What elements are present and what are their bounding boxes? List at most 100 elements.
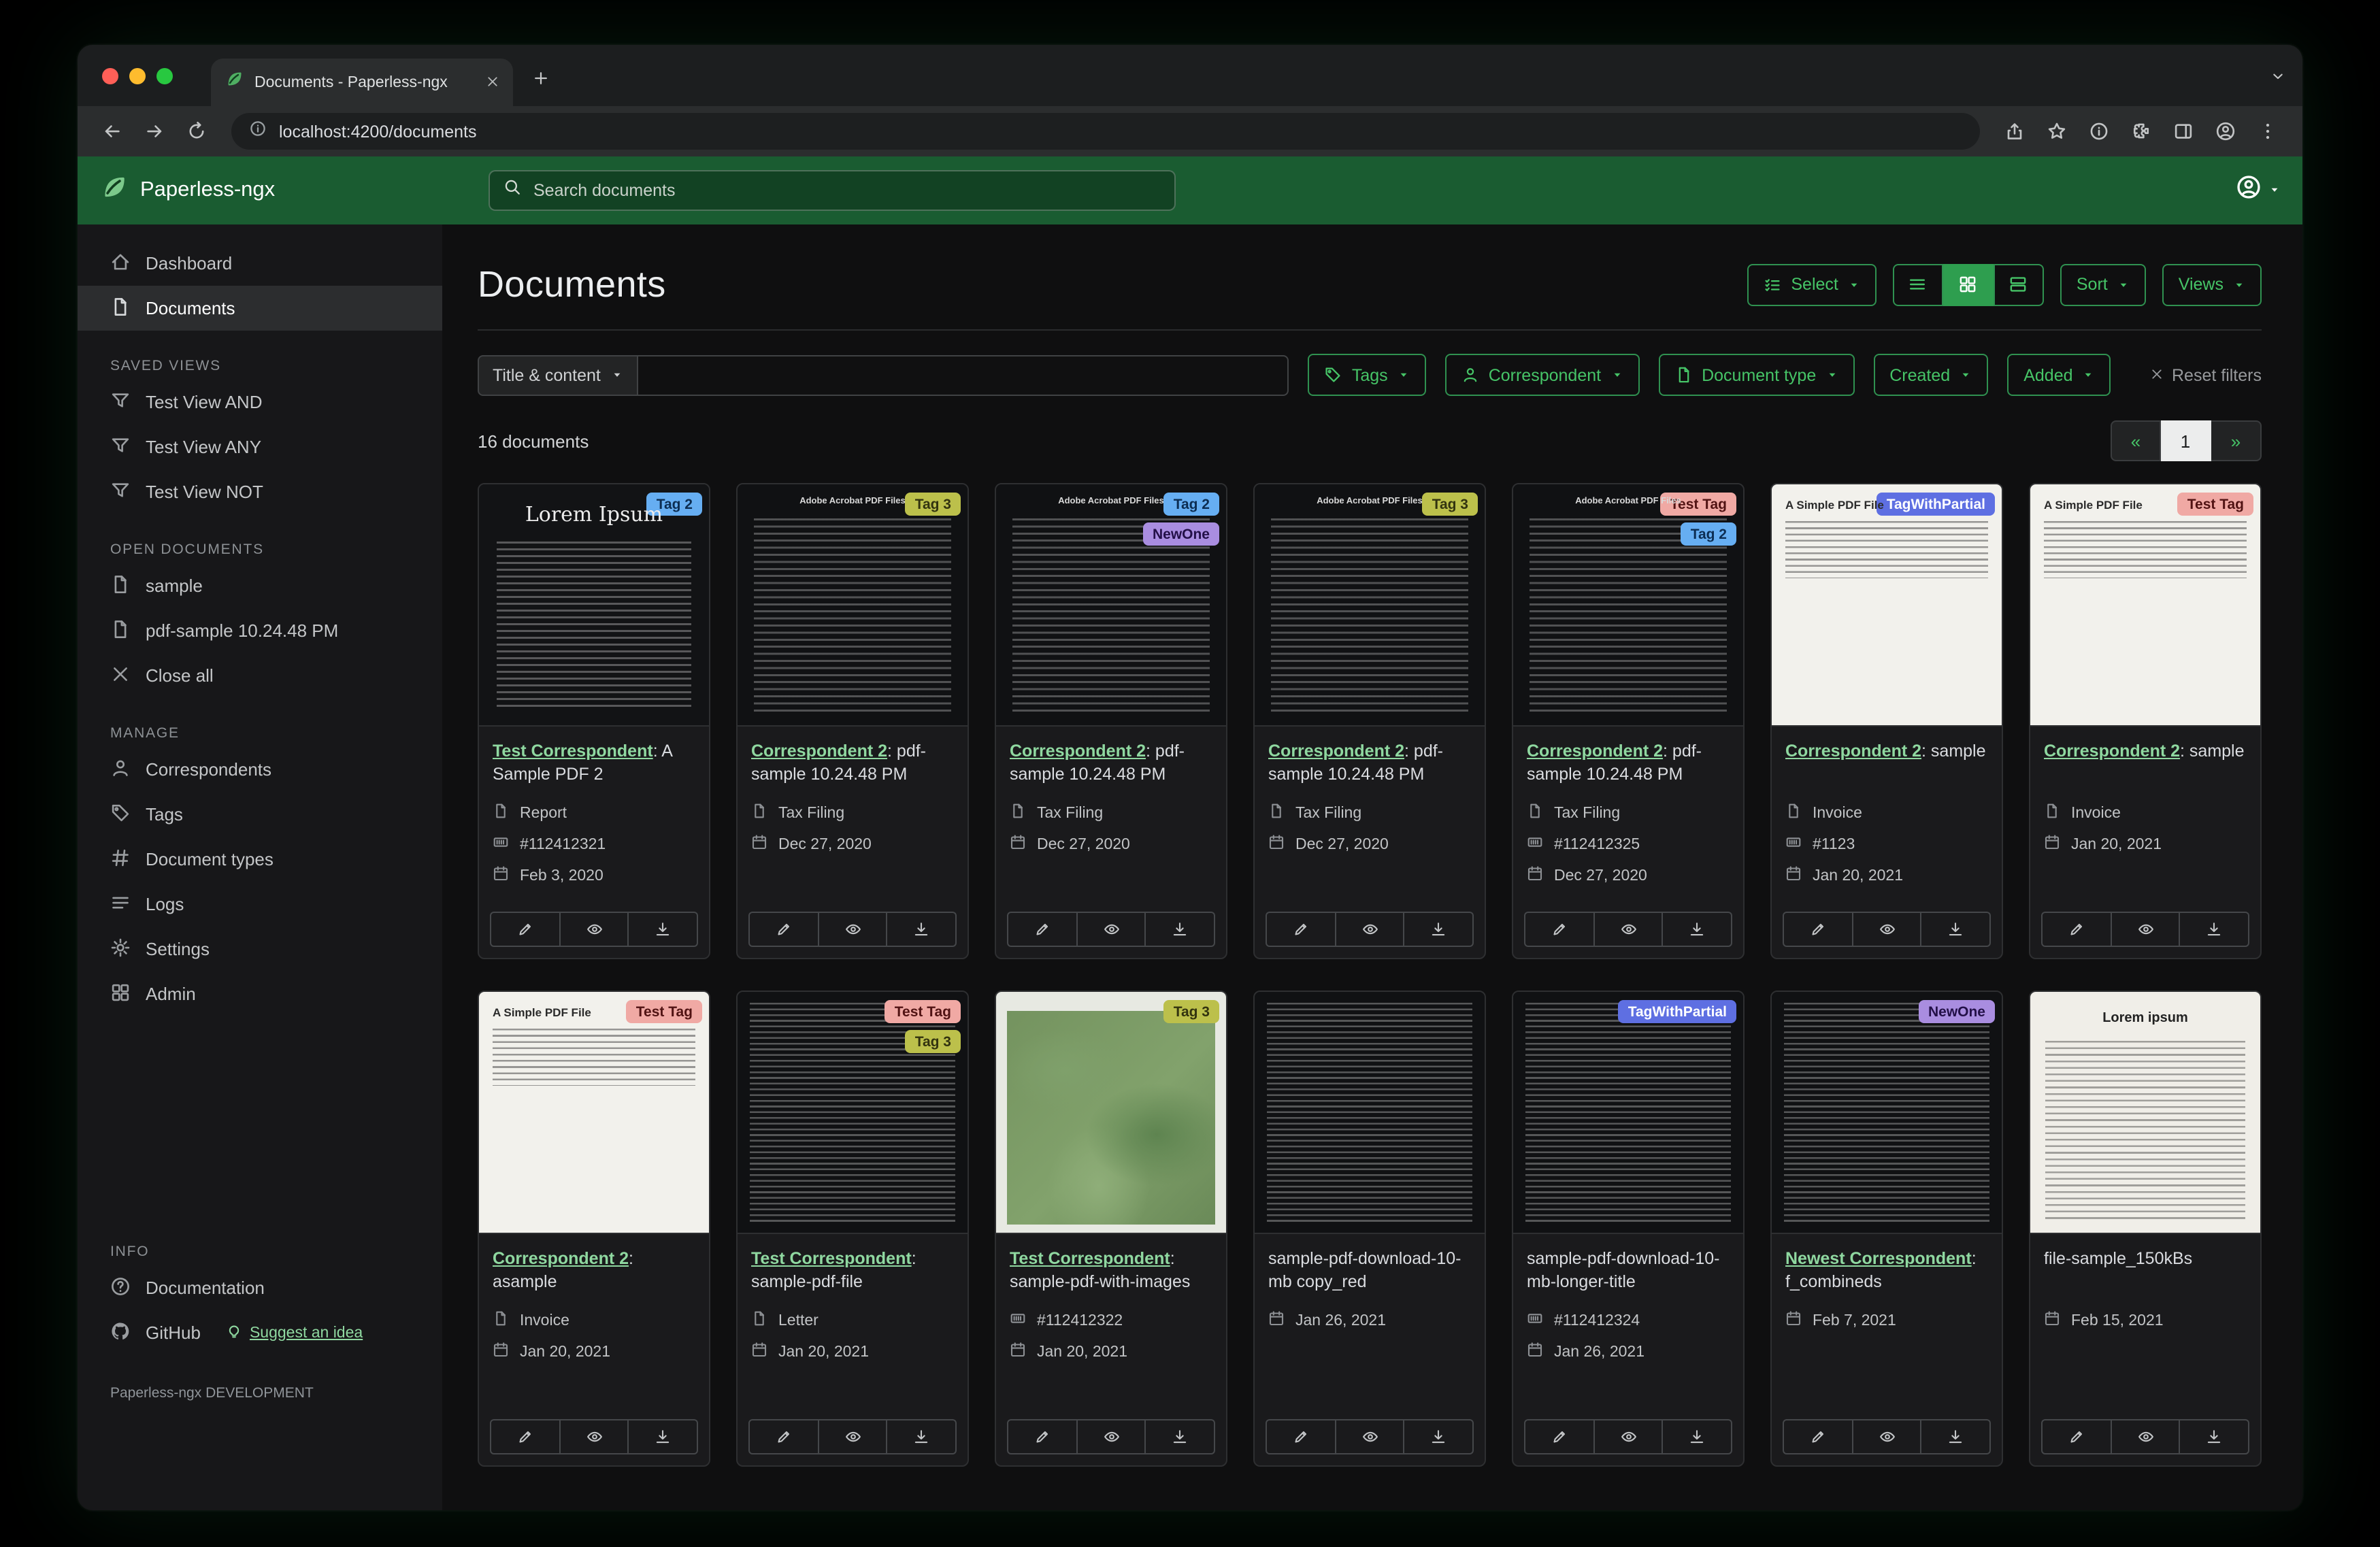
sidebar-item-github[interactable]: GitHub Suggest an idea	[78, 1310, 442, 1355]
download-button[interactable]	[1663, 1419, 1733, 1454]
document-card[interactable]: Lorem Ipsum Tag 2 Test Correspondent: A Sa…	[478, 483, 710, 959]
edit-button[interactable]	[748, 912, 819, 947]
edit-button[interactable]	[1783, 912, 1853, 947]
document-thumbnail[interactable]: A Simple PDF File TagWithPartial	[1772, 484, 2002, 727]
document-thumbnail[interactable]: Lorem Ipsum Tag 2	[479, 484, 709, 727]
tag-badge[interactable]: NewOne	[1918, 1000, 1995, 1023]
sidebar-item-logs[interactable]: Logs	[78, 882, 442, 927]
prev-page-button[interactable]: «	[2111, 420, 2161, 461]
list-view-button[interactable]	[1892, 263, 1943, 305]
grid-view-button[interactable]	[1943, 263, 1994, 305]
view-button[interactable]	[2111, 912, 2181, 947]
view-button[interactable]	[1077, 1419, 1146, 1454]
document-card[interactable]: Test Tag Tag 3 Test Correspondent: sample-…	[736, 991, 969, 1467]
document-card[interactable]: A Simple PDF File Test Tag Correspondent 2…	[2029, 483, 2262, 959]
edit-button[interactable]	[1783, 1419, 1853, 1454]
sidebar-item-documents[interactable]: Documents	[78, 286, 442, 331]
document-thumbnail[interactable]: Test Tag Tag 3	[738, 992, 968, 1234]
view-button[interactable]	[1594, 912, 1664, 947]
back-icon[interactable]	[94, 113, 131, 150]
close-tab-icon[interactable]	[486, 70, 499, 95]
detail-view-button[interactable]	[1993, 263, 2044, 305]
view-button[interactable]	[1336, 912, 1405, 947]
minimize-window-button[interactable]	[129, 67, 146, 84]
sidebar-item-correspondents[interactable]: Correspondents	[78, 747, 442, 792]
edit-button[interactable]	[2041, 1419, 2112, 1454]
global-search[interactable]	[489, 170, 1176, 211]
side-panel-icon[interactable]	[2165, 113, 2202, 150]
sidebar-item-close-all[interactable]: Close all	[78, 653, 442, 698]
correspondent-link[interactable]: Correspondent 2	[1010, 742, 1146, 761]
tag-badge[interactable]: NewOne	[1142, 522, 1219, 546]
document-card[interactable]: Adobe Acrobat PDF Files Test Tag Tag 2 Corr…	[1512, 483, 1745, 959]
view-button[interactable]	[560, 912, 629, 947]
view-button[interactable]	[819, 1419, 888, 1454]
document-thumbnail[interactable]: Adobe Acrobat PDF Files Test Tag Tag 2	[1513, 484, 1743, 727]
correspondent-link[interactable]: Test Correspondent	[493, 742, 653, 761]
document-thumbnail[interactable]: A Simple PDF File Test Tag	[2030, 484, 2260, 727]
edit-button[interactable]	[490, 1419, 561, 1454]
edit-button[interactable]	[748, 1419, 819, 1454]
edit-button[interactable]	[2041, 912, 2112, 947]
new-tab-button[interactable]	[532, 69, 550, 94]
correspondent-link[interactable]: Test Correspondent	[1010, 1249, 1170, 1268]
sidebar-item-test-view-not[interactable]: Test View NOT	[78, 469, 442, 514]
document-type-filter-button[interactable]: Document type	[1658, 354, 1855, 396]
document-thumbnail[interactable]	[1255, 992, 1485, 1234]
close-window-button[interactable]	[102, 67, 118, 84]
search-input[interactable]	[533, 181, 1161, 200]
select-button[interactable]: Select	[1747, 263, 1877, 305]
document-card[interactable]: NewOne Newest Correspondent: f_combineds F…	[1770, 991, 2003, 1467]
added-filter-button[interactable]: Added	[2007, 354, 2111, 396]
sidebar-item-test-view-and[interactable]: Test View AND	[78, 380, 442, 425]
download-button[interactable]	[2180, 912, 2250, 947]
tag-badge[interactable]: Tag 3	[1163, 1000, 1219, 1023]
tag-badge[interactable]: Tag 2	[1681, 522, 1736, 546]
sidebar-item-tags[interactable]: Tags	[78, 792, 442, 837]
document-thumbnail[interactable]: NewOne	[1772, 992, 2002, 1234]
edit-button[interactable]	[1007, 912, 1078, 947]
edit-button[interactable]	[1524, 1419, 1595, 1454]
sidebar-item-documentation[interactable]: Documentation	[78, 1265, 442, 1310]
document-card[interactable]: Tag 3 Test Correspondent: sample-pdf-with…	[995, 991, 1227, 1467]
document-thumbnail[interactable]: Adobe Acrobat PDF Files Tag 3	[1255, 484, 1485, 727]
address-bar[interactable]: localhost:4200/documents	[231, 113, 1980, 150]
document-thumbnail[interactable]: Adobe Acrobat PDF Files Tag 3	[738, 484, 968, 727]
edit-button[interactable]	[490, 912, 561, 947]
view-button[interactable]	[560, 1419, 629, 1454]
zoom-window-button[interactable]	[156, 67, 173, 84]
download-button[interactable]	[1663, 912, 1733, 947]
document-card[interactable]: Adobe Acrobat PDF Files Tag 3 Corresponden…	[736, 483, 969, 959]
correspondent-link[interactable]: Correspondent 2	[751, 742, 887, 761]
correspondent-link[interactable]: Correspondent 2	[1268, 742, 1404, 761]
tags-filter-button[interactable]: Tags	[1308, 354, 1426, 396]
document-card[interactable]: A Simple PDF File TagWithPartial Correspon…	[1770, 483, 2003, 959]
tab-search-chevron-icon[interactable]	[2270, 67, 2286, 91]
view-button[interactable]	[1077, 912, 1146, 947]
sidebar-item-settings[interactable]: Settings	[78, 927, 442, 971]
sidebar-item-test-view-any[interactable]: Test View ANY	[78, 425, 442, 469]
tag-badge[interactable]: TagWithPartial	[1618, 1000, 1736, 1023]
view-button[interactable]	[1853, 912, 1922, 947]
correspondent-link[interactable]: Correspondent 2	[2044, 742, 2180, 761]
status-circle-icon[interactable]	[2081, 113, 2117, 150]
document-card[interactable]: Lorem ipsum file-sample_150kBs Feb 15, 202…	[2029, 991, 2262, 1467]
download-button[interactable]	[1921, 912, 1991, 947]
views-button[interactable]: Views	[2162, 263, 2262, 305]
profile-avatar-icon[interactable]	[2207, 113, 2244, 150]
bookmark-star-icon[interactable]	[2038, 113, 2075, 150]
document-card[interactable]: TagWithPartial sample-pdf-download-10-mb-…	[1512, 991, 1745, 1467]
tag-badge[interactable]: Test Tag	[885, 1000, 961, 1023]
reset-filters-button[interactable]: Reset filters	[2150, 365, 2262, 384]
filter-field-button[interactable]: Title & content	[478, 354, 639, 395]
edit-button[interactable]	[1266, 912, 1336, 947]
document-thumbnail[interactable]: Tag 3	[996, 992, 1226, 1234]
correspondent-link[interactable]: Test Correspondent	[751, 1249, 912, 1268]
download-button[interactable]	[1404, 1419, 1474, 1454]
extensions-icon[interactable]	[2123, 113, 2160, 150]
view-button[interactable]	[1336, 1419, 1405, 1454]
download-button[interactable]	[1404, 912, 1474, 947]
download-button[interactable]	[887, 1419, 957, 1454]
edit-button[interactable]	[1524, 912, 1595, 947]
correspondent-filter-button[interactable]: Correspondent	[1444, 354, 1640, 396]
